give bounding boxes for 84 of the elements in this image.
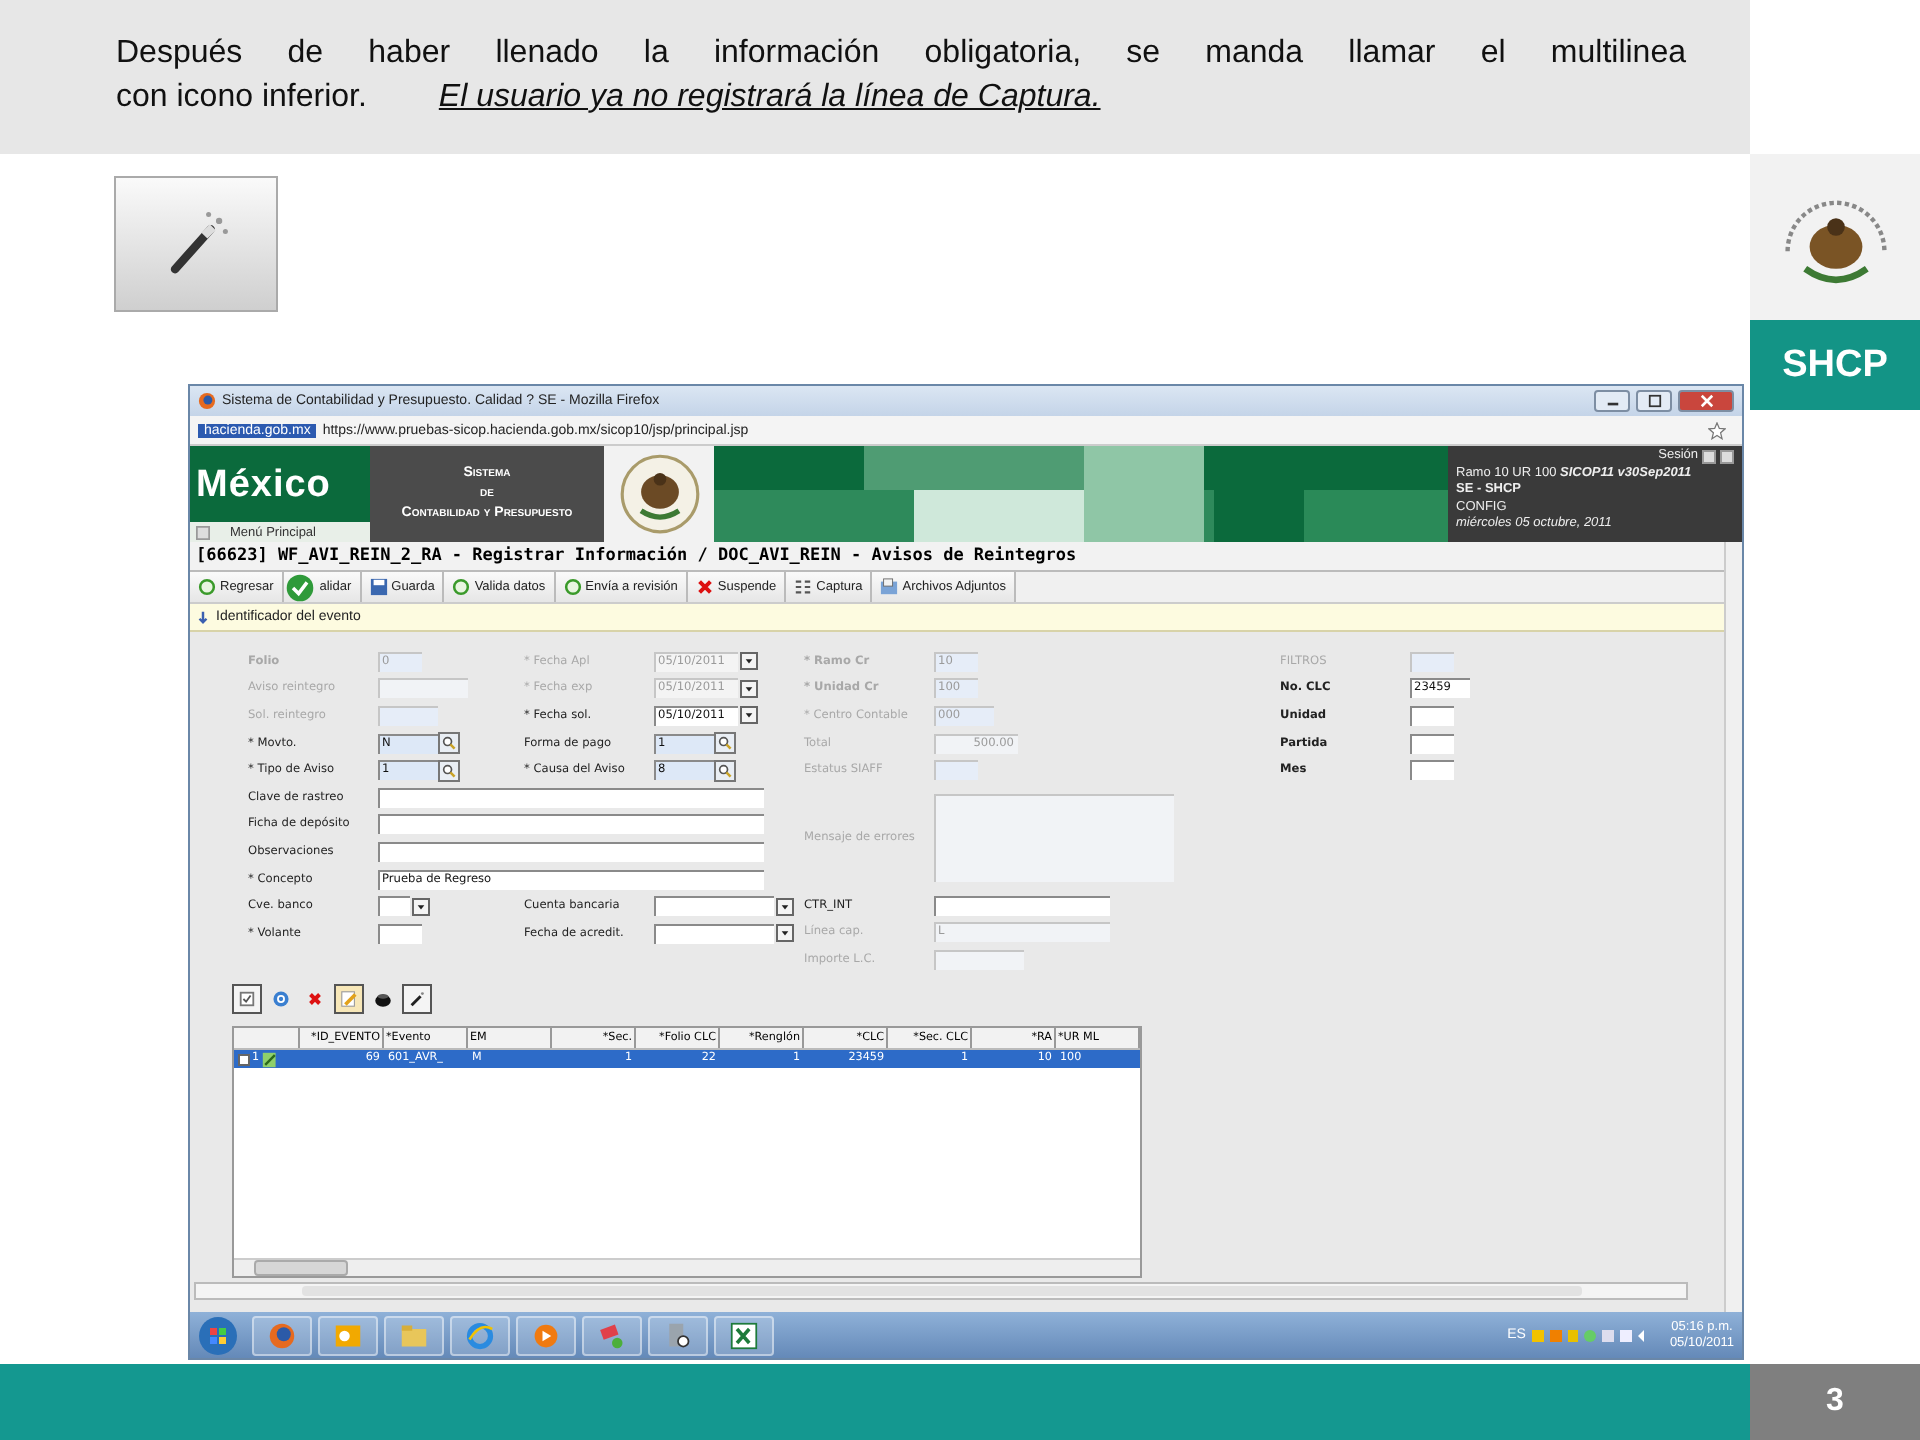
input-field[interactable] [654, 896, 774, 917]
horizontal-scrollbar[interactable] [194, 1282, 1688, 1300]
taskbar-app-button[interactable] [582, 1315, 642, 1355]
input-field[interactable] [934, 895, 1110, 916]
caret-icon [780, 901, 790, 912]
input-field[interactable] [1410, 760, 1454, 781]
page-title: [66623] WF_AVI_REIN_2_RA - Registrar Información / DOC_AVI_REIN - Avisos de Reintegros [190, 542, 1724, 572]
input-field[interactable] [378, 923, 422, 944]
play-icon [532, 1321, 560, 1349]
dropdown-button[interactable] [776, 924, 794, 943]
browser-icon [466, 1321, 494, 1349]
row-checkbox[interactable] [238, 1053, 250, 1065]
spreadsheet-icon [730, 1321, 758, 1349]
grid-icon [794, 578, 813, 596]
pencil-icon [340, 990, 358, 1008]
circle-icon [563, 578, 582, 596]
input-field[interactable] [378, 787, 764, 808]
lookup-button[interactable] [438, 732, 460, 755]
dropdown-button[interactable] [740, 706, 758, 725]
menu-icon [196, 525, 210, 539]
maximize-icon [1647, 394, 1661, 408]
lookup-button[interactable] [714, 759, 736, 782]
brand-text: SHCP [1782, 343, 1888, 387]
lookup-button[interactable] [714, 732, 736, 755]
search-icon [442, 763, 456, 778]
taskbar-app-button[interactable] [714, 1315, 774, 1355]
input-field[interactable] [378, 841, 764, 862]
search-icon [718, 763, 732, 778]
page-number: 3 [1750, 1364, 1920, 1440]
close-button[interactable] [1678, 390, 1734, 412]
cross-icon [306, 990, 324, 1008]
start-button[interactable] [198, 1315, 238, 1355]
attachment-icon [880, 578, 899, 596]
maximize-button[interactable] [1636, 390, 1672, 412]
grid-tool-button[interactable] [232, 984, 262, 1014]
checkbox-icon [238, 990, 256, 1008]
edit-icon [261, 1051, 278, 1067]
globe-icon [268, 1321, 296, 1349]
input-field[interactable] [1410, 733, 1454, 754]
close-icon [1699, 394, 1713, 408]
search-icon [442, 736, 456, 751]
dropdown-button[interactable] [740, 679, 758, 698]
grid-tool-button[interactable] [402, 984, 432, 1014]
taskbar-app-button[interactable] [450, 1315, 510, 1355]
wand-icon [408, 990, 426, 1008]
caret-icon [744, 683, 754, 694]
taskbar-app-button[interactable] [318, 1315, 378, 1355]
folder-icon [400, 1321, 428, 1349]
caret-icon [744, 710, 754, 721]
firefox-icon [198, 392, 216, 410]
caption-text: Después de haber llenado la información obligatoria, se manda llamar el multilinea [116, 34, 1686, 74]
logo-text: México [194, 464, 333, 508]
info-icon [196, 610, 210, 624]
emblem-icon [617, 452, 701, 536]
input-field[interactable] [378, 814, 764, 835]
grid-tool-button[interactable] [334, 984, 364, 1014]
circle-icon [272, 990, 290, 1008]
input-field[interactable] [378, 896, 410, 917]
taskbar-app-button[interactable] [648, 1315, 708, 1355]
cross-icon [695, 578, 714, 596]
server-icon [664, 1321, 692, 1349]
vertical-scrollbar[interactable] [1724, 542, 1742, 1312]
lookup-button[interactable] [438, 759, 460, 782]
caret-icon [780, 928, 790, 939]
star-icon[interactable] [1708, 421, 1726, 439]
circle-icon [452, 578, 471, 596]
pot-icon [374, 990, 392, 1008]
caret-icon [416, 901, 426, 912]
search-icon [718, 736, 732, 751]
input-field[interactable] [1410, 705, 1454, 726]
horizontal-scrollbar[interactable] [234, 1258, 1140, 1276]
minimize-button[interactable] [1594, 390, 1630, 412]
input-field[interactable] [654, 923, 774, 944]
taskbar-app-button[interactable] [252, 1315, 312, 1355]
caret-icon [744, 656, 754, 667]
mail-icon [334, 1321, 362, 1349]
check-icon [285, 573, 314, 601]
caption-text: con icono inferior. [116, 78, 367, 118]
save-icon [369, 578, 388, 596]
circle-icon [198, 578, 216, 596]
dropdown-button[interactable] [776, 897, 794, 916]
dropdown-button[interactable] [740, 652, 758, 671]
dropdown-button[interactable] [412, 897, 430, 916]
tool-icon [598, 1321, 626, 1349]
